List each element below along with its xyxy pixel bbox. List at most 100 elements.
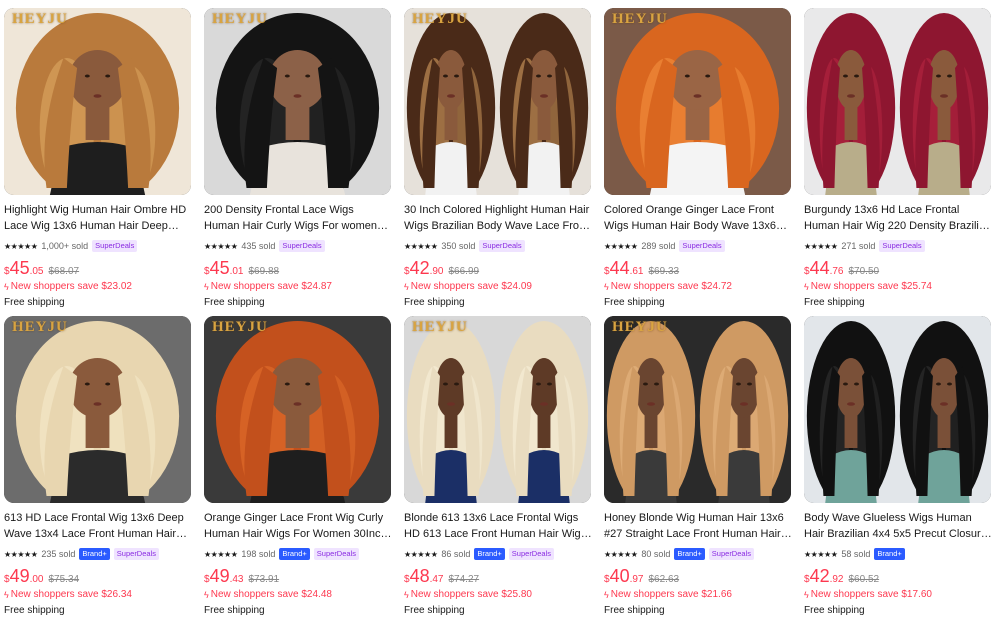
product-title[interactable]: Honey Blonde Wig Human Hair 13x6 #27 Str… [604,510,792,542]
star-rating-icon: ★★★★★ [404,241,438,251]
product-title[interactable]: Highlight Wig Human Hair Ombre HD Lace W… [4,202,192,234]
product-card-9[interactable]: HEYJU Honey Blonde Wig Human Hair 13x6 #… [604,316,792,624]
lightning-icon: ϟ [204,589,209,600]
brand-watermark: HEYJU [612,319,668,335]
price-decimal: .90 [429,266,444,277]
price-row: $ 49 .43 $73.91 [204,566,392,586]
original-price: $68.07 [48,266,80,277]
sold-count: 289 sold [641,241,676,251]
lightning-icon: ϟ [204,281,209,292]
brand-watermark: HEYJU [212,319,268,335]
shipping-label: Free shipping [404,605,465,616]
new-shopper-savings: ϟ New shoppers save $25.80 [404,588,592,601]
rating-row: ★★★★★ 350 sold SuperDeals [404,239,592,253]
price-integer: 44 [809,258,830,278]
product-title[interactable]: 30 Inch Colored Highlight Human Hair Wig… [404,202,592,234]
new-shopper-savings: ϟ New shoppers save $24.48 [204,588,392,601]
new-shopper-savings: ϟ New shoppers save $23.02 [4,280,192,293]
superdeals-badge: SuperDeals [479,240,525,252]
brand-watermark: HEYJU [412,11,468,27]
brand-watermark: HEYJU [612,11,668,27]
original-price: $69.88 [248,266,280,277]
star-rating-icon: ★★★★★ [4,549,38,559]
product-image[interactable] [804,8,991,195]
new-shopper-savings: ϟ New shoppers save $24.87 [204,280,392,293]
shipping-label: Free shipping [4,605,65,616]
product-title[interactable]: 613 HD Lace Frontal Wig 13x6 Deep Wave 1… [4,510,192,542]
price-integer: 40 [609,566,630,586]
product-title[interactable]: Burgundy 13x6 Hd Lace Frontal Human Hair… [804,202,992,234]
product-image[interactable]: HEYJU [204,8,391,195]
new-shopper-savings: ϟ New shoppers save $17.60 [804,588,992,601]
product-image[interactable]: HEYJU [4,8,191,195]
star-rating-icon: ★★★★★ [604,241,638,251]
shipping-label: Free shipping [404,297,465,308]
product-photo [4,316,191,503]
product-image[interactable]: HEYJU [404,316,591,503]
rating-row: ★★★★★ 198 sold Brand+ SuperDeals [204,547,392,561]
price-decimal: .97 [629,574,644,585]
product-card-3[interactable]: HEYJU 30 Inch Colored Highlight Human Ha… [404,8,592,316]
lightning-icon: ϟ [4,589,9,600]
lightning-icon: ϟ [4,281,9,292]
brand-watermark: HEYJU [412,319,468,335]
product-image[interactable]: HEYJU [604,8,791,195]
sold-count: 198 sold [241,549,276,559]
product-photo [204,8,391,195]
product-title[interactable]: Blonde 613 13x6 Lace Frontal Wigs HD 613… [404,510,592,542]
superdeals-badge: SuperDeals [679,240,725,252]
product-photo [204,316,391,503]
star-rating-icon: ★★★★★ [204,241,238,251]
brand-plus-badge: Brand+ [279,548,310,560]
product-title[interactable]: Body Wave Glueless Wigs Human Hair Brazi… [804,510,992,542]
rating-row: ★★★★★ 86 sold Brand+ SuperDeals [404,547,592,561]
product-card-5[interactable]: Burgundy 13x6 Hd Lace Frontal Human Hair… [804,8,992,316]
superdeals-badge: SuperDeals [708,548,754,560]
price-row: $ 45 .01 $69.88 [204,258,392,278]
sold-count: 435 sold [241,241,276,251]
product-card-7[interactable]: HEYJU Orange Ginger Lace Front Wig Curly… [204,316,392,624]
sold-count: 271 sold [841,241,876,251]
star-rating-icon: ★★★★★ [404,549,438,559]
product-photo [804,8,991,195]
price-integer: 48 [409,566,430,586]
price-integer: 45 [209,258,230,278]
superdeals-badge: SuperDeals [113,548,159,560]
lightning-icon: ϟ [804,589,809,600]
product-card-10[interactable]: Body Wave Glueless Wigs Human Hair Brazi… [804,316,992,624]
product-card-8[interactable]: HEYJU Blonde 613 13x6 Lace Frontal Wigs … [404,316,592,624]
superdeals-badge: SuperDeals [313,548,359,560]
product-image[interactable]: HEYJU [204,316,391,503]
price-row: $ 49 .00 $75.34 [4,566,192,586]
brand-plus-badge: Brand+ [874,548,905,560]
product-image[interactable] [804,316,991,503]
product-title[interactable]: Orange Ginger Lace Front Wig Curly Human… [204,510,392,542]
new-shopper-savings: ϟ New shoppers save $24.09 [404,280,592,293]
product-card-1[interactable]: HEYJU Highlight Wig Human Hair Ombre HD … [4,8,192,316]
price-integer: 49 [209,566,230,586]
original-price: $70.50 [848,266,880,277]
price-row: $ 44 .76 $70.50 [804,258,992,278]
price-integer: 45 [9,258,30,278]
savings-text: New shoppers save $24.72 [610,281,732,292]
new-shopper-savings: ϟ New shoppers save $21.66 [604,588,792,601]
original-price: $75.34 [48,574,80,585]
price-decimal: .01 [229,266,244,277]
product-image[interactable]: HEYJU [604,316,791,503]
superdeals-badge: SuperDeals [879,240,925,252]
product-photo [404,316,591,503]
product-title[interactable]: Colored Orange Ginger Lace Front Wigs Hu… [604,202,792,234]
brand-plus-badge: Brand+ [674,548,705,560]
product-image[interactable]: HEYJU [4,316,191,503]
original-price: $73.91 [248,574,280,585]
product-image[interactable]: HEYJU [404,8,591,195]
product-title[interactable]: 200 Density Frontal Lace Wigs Human Hair… [204,202,392,234]
product-card-2[interactable]: HEYJU 200 Density Frontal Lace Wigs Huma… [204,8,392,316]
price-integer: 49 [9,566,30,586]
star-rating-icon: ★★★★★ [4,241,38,251]
superdeals-badge: SuperDeals [508,548,554,560]
price-decimal: .92 [829,574,844,585]
product-card-6[interactable]: HEYJU 613 HD Lace Frontal Wig 13x6 Deep … [4,316,192,624]
product-card-4[interactable]: HEYJU Colored Orange Ginger Lace Front W… [604,8,792,316]
brand-watermark: HEYJU [12,319,68,335]
